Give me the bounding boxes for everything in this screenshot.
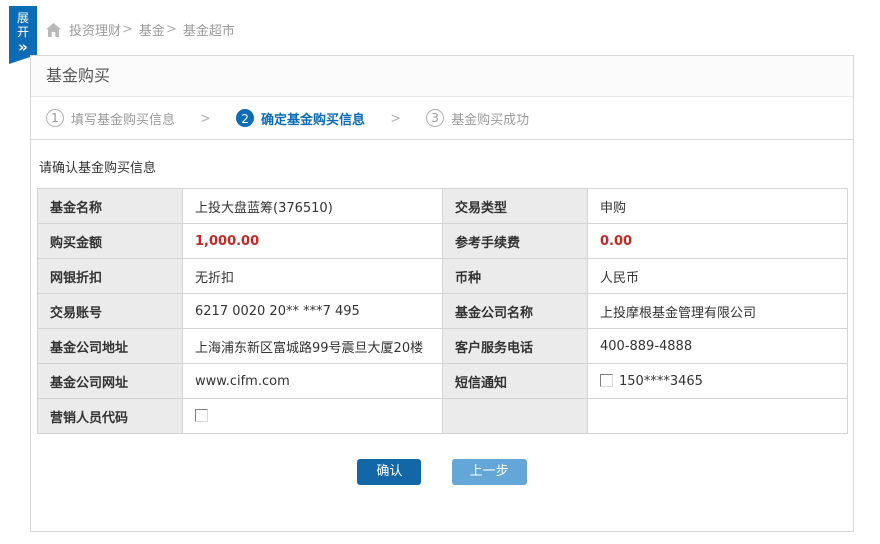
table-row: 基金名称 上投大盘蓝筹(376510) 交易类型 申购 (38, 189, 848, 224)
step-3-label: 基金购买成功 (451, 109, 529, 128)
company-website-label: 基金公司网址 (38, 364, 183, 399)
step-3-circle: 3 (426, 109, 444, 127)
discount-label: 网银折扣 (38, 259, 183, 294)
breadcrumb-item-fund[interactable]: 基金 (139, 20, 165, 39)
step-indicator: 1 填写基金购买信息 > 2 确定基金购买信息 > 3 基金购买成功 (31, 97, 853, 140)
marketing-code-checkbox[interactable] (195, 409, 208, 422)
fee-label: 参考手续费 (443, 224, 588, 259)
confirm-button[interactable]: 确认 (357, 459, 421, 485)
company-name-label: 基金公司名称 (443, 294, 588, 329)
sms-notify-label: 短信通知 (443, 364, 588, 399)
home-icon[interactable] (46, 23, 61, 37)
service-phone-label: 客户服务电话 (443, 329, 588, 364)
sms-notify-value: 150****3465 (588, 364, 848, 399)
table-row: 交易账号 6217 0020 20** ***7 495 基金公司名称 上投摩根… (38, 294, 848, 329)
fund-purchase-panel: 基金购买 1 填写基金购买信息 > 2 确定基金购买信息 > 3 基金购买成功 … (30, 55, 854, 532)
sms-notify-checkbox[interactable] (600, 374, 613, 387)
fee-value: 0.00 (588, 224, 848, 259)
confirm-prompt: 请确认基金购买信息 (39, 157, 847, 176)
company-address-value: 上海浦东新区富城路99号震旦大厦20楼 (183, 329, 443, 364)
table-row: 基金公司网址 www.cifm.com 短信通知 150****3465 (38, 364, 848, 399)
double-chevron-right-icon: » (9, 40, 37, 55)
trade-type-value: 申购 (588, 189, 848, 224)
service-phone-value: 400-889-4888 (588, 329, 848, 364)
currency-value: 人民币 (588, 259, 848, 294)
currency-label: 币种 (443, 259, 588, 294)
step-separator-icon: > (201, 109, 210, 127)
purchase-amount-label: 购买金额 (38, 224, 183, 259)
fund-info-table: 基金名称 上投大盘蓝筹(376510) 交易类型 申购 购买金额 1,000.0… (37, 188, 848, 434)
step-1-circle: 1 (46, 109, 64, 127)
step-1-label: 填写基金购买信息 (71, 109, 175, 128)
step-3-success: 3 基金购买成功 (426, 109, 529, 128)
table-row: 购买金额 1,000.00 参考手续费 0.00 (38, 224, 848, 259)
account-label: 交易账号 (38, 294, 183, 329)
fund-name-value: 上投大盘蓝筹(376510) (183, 189, 443, 224)
step-2-circle: 2 (236, 109, 254, 127)
company-website-value: www.cifm.com (183, 364, 443, 399)
company-name-value: 上投摩根基金管理有限公司 (588, 294, 848, 329)
breadcrumb: 投资理财 > 基金 > 基金超市 (46, 20, 235, 39)
action-buttons: 确认 上一步 (37, 459, 847, 485)
back-button[interactable]: 上一步 (452, 459, 527, 485)
account-value: 6217 0020 20** ***7 495 (183, 294, 443, 329)
confirm-content: 请确认基金购买信息 基金名称 上投大盘蓝筹(376510) 交易类型 申购 购买… (31, 157, 853, 485)
step-2-confirm-info: 2 确定基金购买信息 (236, 109, 365, 128)
fund-name-label: 基金名称 (38, 189, 183, 224)
page-title: 基金购买 (31, 56, 853, 97)
breadcrumb-item-fund-market[interactable]: 基金超市 (183, 20, 235, 39)
breadcrumb-separator: > (166, 22, 177, 37)
discount-value: 无折扣 (183, 259, 443, 294)
table-row: 基金公司地址 上海浦东新区富城路99号震旦大厦20楼 客户服务电话 400-88… (38, 329, 848, 364)
step-separator-icon: > (391, 109, 400, 127)
step-2-label: 确定基金购买信息 (261, 109, 365, 128)
table-row: 网银折扣 无折扣 币种 人民币 (38, 259, 848, 294)
company-address-label: 基金公司地址 (38, 329, 183, 364)
sms-phone-text: 150****3465 (619, 374, 703, 389)
empty-value-cell (588, 399, 848, 434)
expand-label: 展开 (16, 11, 30, 39)
empty-label-cell (443, 399, 588, 434)
table-row: 营销人员代码 (38, 399, 848, 434)
trade-type-label: 交易类型 (443, 189, 588, 224)
purchase-amount-value: 1,000.00 (183, 224, 443, 259)
marketing-code-label: 营销人员代码 (38, 399, 183, 434)
marketing-code-value (183, 399, 443, 434)
step-1-fill-info: 1 填写基金购买信息 (46, 109, 175, 128)
breadcrumb-separator: > (122, 22, 133, 37)
breadcrumb-item-invest[interactable]: 投资理财 (69, 20, 121, 39)
